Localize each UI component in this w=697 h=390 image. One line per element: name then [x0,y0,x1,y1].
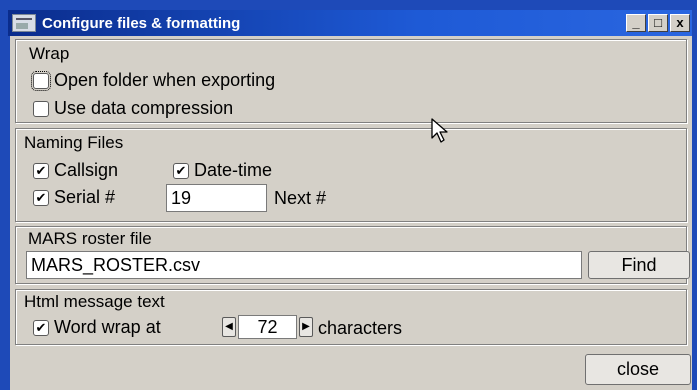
roster-group-title: MARS roster file [28,229,152,248]
datetime-option[interactable]: ✔ Date-time [173,160,272,181]
increment-arrow-icon[interactable]: ▶ [299,317,313,337]
open-folder-checkbox[interactable] [31,70,51,91]
serial-label: Serial # [54,187,116,207]
html-group: Html message text ✔ Word wrap at ◀ 72 ▶ … [15,289,687,345]
html-group-title: Html message text [24,292,165,311]
open-folder-option[interactable]: Open folder when exporting [31,70,276,91]
decrement-arrow-icon[interactable]: ◀ [222,317,236,337]
wrap-group: Wrap Open folder when exporting Use data… [15,39,687,123]
next-number-label: Next # [274,188,327,208]
datetime-checkbox[interactable]: ✔ [173,162,189,179]
callsign-label: Callsign [54,160,119,180]
roster-group: MARS roster file MARS_ROSTER.csv Find [15,226,690,284]
wrap-group-title: Wrap [29,44,70,63]
callsign-checkbox[interactable]: ✔ [33,162,49,179]
find-button[interactable]: Find [588,251,690,279]
compression-label: Use data compression [54,98,234,118]
app-icon [12,14,36,32]
next-number-input[interactable]: 19 [166,184,267,212]
compression-checkbox[interactable] [33,100,49,117]
callsign-option[interactable]: ✔ Callsign [33,160,118,181]
wrap-chars-input[interactable]: 72 [238,315,297,339]
wordwrap-checkbox[interactable]: ✔ [33,319,49,336]
datetime-label: Date-time [194,160,273,180]
naming-group-title: Naming Files [24,133,124,152]
serial-option[interactable]: ✔ Serial # [33,187,115,208]
close-button[interactable]: close [585,354,691,385]
dialog-window: Configure files & formatting _ □ x Wrap … [0,0,697,390]
maximize-button[interactable]: □ [648,14,668,32]
title-bar[interactable]: Configure files & formatting _ □ x [8,10,692,36]
compression-option[interactable]: Use data compression [33,98,233,119]
naming-group: Naming Files ✔ Callsign ✔ Date-time ✔ Se… [15,128,687,222]
mouse-cursor-icon [431,118,448,143]
close-window-button[interactable]: x [670,14,690,32]
open-folder-label: Open folder when exporting [54,70,276,90]
roster-file-input[interactable]: MARS_ROSTER.csv [26,251,582,279]
characters-label: characters [318,318,403,338]
serial-checkbox[interactable]: ✔ [33,189,49,206]
minimize-button[interactable]: _ [626,14,646,32]
wordwrap-option[interactable]: ✔ Word wrap at [33,317,161,338]
wordwrap-label: Word wrap at [54,317,161,337]
dialog-client: Wrap Open folder when exporting Use data… [10,36,692,390]
window-title: Configure files & formatting [42,14,241,32]
